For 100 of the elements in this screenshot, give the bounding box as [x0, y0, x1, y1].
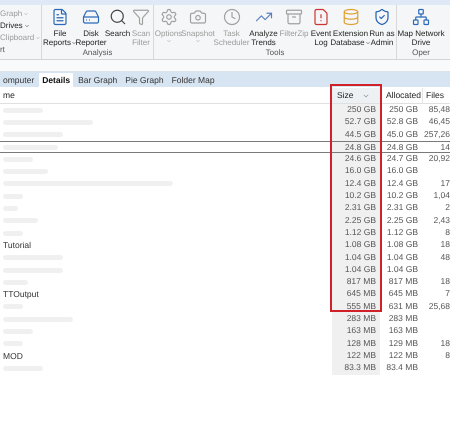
- group-label: Oper: [411, 48, 431, 59]
- table-cell: 83.3 MB: [344, 362, 376, 372]
- table-row[interactable]: 1.12 GB 1.12 GB 8: [0, 226, 450, 240]
- column-header[interactable]: Files: [422, 88, 450, 103]
- table-cell: 1.04 GB: [344, 264, 376, 274]
- view-tab[interactable]: Folder Map: [168, 73, 218, 87]
- table-row[interactable]: 24.6 GB 24.7 GB 20,92: [0, 153, 450, 166]
- table-cell: 1.12 GB: [386, 226, 418, 237]
- table-cell: 8: [445, 350, 450, 360]
- caret-icon: [166, 38, 172, 44]
- table-cell: 18: [440, 338, 450, 348]
- table-cell: 631 MB: [388, 300, 418, 311]
- table-row[interactable]: 2.25 GB 2.25 GB 2,43: [0, 214, 450, 227]
- ribbon-button[interactable]: Analyze Trends: [249, 5, 278, 48]
- table-cell: 129 MB: [388, 338, 418, 348]
- column-header[interactable]: me: [0, 88, 332, 103]
- table-row[interactable]: Tutorial 1.08 GB 1.08 GB 18: [0, 239, 450, 252]
- table-row[interactable]: MOD 122 MB 122 MB 8: [0, 350, 450, 362]
- table-row[interactable]: 283 MB 283 MB: [0, 313, 450, 326]
- table-row[interactable]: 12.4 GB 12.4 GB 17: [0, 178, 450, 190]
- table-cell: 25,68: [428, 300, 450, 311]
- table-cell: 817 MB: [388, 276, 418, 286]
- table-cell: Tutorial: [3, 240, 32, 251]
- table-cell: 555 MB: [346, 300, 376, 311]
- table-cell: 16.0 GB: [386, 165, 418, 176]
- filter-icon: [132, 8, 150, 26]
- shield-check-icon: [373, 8, 391, 26]
- group-label: Tools: [264, 48, 286, 59]
- ribbon-button[interactable]: Event Log: [310, 5, 332, 48]
- view-tab[interactable]: omputer: [0, 73, 38, 87]
- table-cell: 45.0 GB: [386, 128, 418, 139]
- table-cell: 2,43: [433, 214, 450, 225]
- table-row[interactable]: 1.04 GB 1.04 GB: [0, 264, 450, 276]
- table-cell: 122 MB: [388, 350, 418, 360]
- table-cell: 24.8 GB: [344, 142, 376, 152]
- table-cell: 20,92: [428, 153, 450, 164]
- camera-icon: [189, 8, 207, 26]
- table-cell: 2: [445, 202, 450, 212]
- table-cell: 18: [440, 239, 450, 250]
- table-row[interactable]: 83.3 MB 83.4 MB: [0, 362, 450, 375]
- table-cell: 12.4 GB: [386, 178, 418, 188]
- table-row[interactable]: 128 MB 129 MB 18: [0, 338, 450, 350]
- gear-icon: [160, 8, 178, 26]
- table-cell: 1,04: [433, 190, 450, 200]
- table-cell: 85,48: [428, 104, 450, 114]
- archive-icon: [285, 8, 303, 26]
- view-tab[interactable]: Details: [39, 73, 74, 87]
- database-icon: [342, 8, 360, 26]
- view-tab[interactable]: Bar Graph: [75, 73, 120, 87]
- ribbon-button[interactable]: Extension Database: [332, 5, 369, 48]
- table-cell: 10.2 GB: [386, 190, 418, 200]
- table-row[interactable]: 24.8 GB 24.8 GB 14: [0, 140, 450, 154]
- column-header[interactable]: Allocated: [380, 88, 422, 103]
- table-cell: 7: [445, 288, 450, 298]
- table-cell: 8: [445, 226, 450, 237]
- table-row[interactable]: 2.31 GB 2.31 GB 2: [0, 202, 450, 215]
- table-row[interactable]: 250 GB 250 GB 85,48: [0, 104, 450, 116]
- table-cell: 1.08 GB: [386, 239, 418, 250]
- table-cell: 128 MB: [346, 338, 376, 348]
- table-row[interactable]: 555 MB 631 MB 25,68: [0, 300, 450, 314]
- table-row[interactable]: 10.2 GB 10.2 GB 1,04: [0, 190, 450, 202]
- table-cell: 10.2 GB: [344, 190, 376, 200]
- table-row[interactable]: TTOutput 645 MB 645 MB 7: [0, 288, 450, 301]
- ribbon-menu-button[interactable]: Drives: [0, 20, 30, 32]
- table-row[interactable]: 52.7 GB 52.8 GB 46,45: [0, 116, 450, 129]
- table-cell: 44.5 GB: [344, 128, 376, 139]
- table-cell: 52.7 GB: [344, 116, 376, 126]
- ribbon-button[interactable]: Disk Reporter: [77, 5, 105, 48]
- table-cell: 163 MB: [346, 325, 376, 336]
- group-label: rt: [0, 44, 5, 56]
- table-cell: 250 GB: [389, 104, 418, 114]
- table-cell: 83.4 MB: [386, 362, 418, 372]
- table-cell: 16.0 GB: [344, 165, 376, 176]
- table-cell: 48: [440, 252, 450, 262]
- ribbon-button[interactable]: Search: [105, 5, 130, 48]
- caret-icon: [195, 38, 201, 44]
- table-cell: 2.31 GB: [344, 202, 376, 212]
- table-row[interactable]: 44.5 GB 45.0 GB 257,26: [0, 128, 450, 141]
- table-row[interactable]: 817 MB 817 MB 18: [0, 276, 450, 288]
- search-icon: [108, 8, 126, 26]
- ribbon-button[interactable]: Run as Admin: [369, 5, 395, 48]
- table-cell: 1.08 GB: [344, 239, 376, 250]
- view-tab[interactable]: Pie Graph: [122, 73, 167, 87]
- table-cell: 17: [440, 178, 450, 188]
- ribbon-button[interactable]: File Reports: [43, 5, 77, 48]
- table-cell: 24.7 GB: [386, 153, 418, 164]
- column-header[interactable]: Size: [332, 88, 380, 103]
- table-cell: MOD: [3, 350, 23, 362]
- table-cell: 24.6 GB: [344, 153, 376, 164]
- ribbon-button[interactable]: Map Network Drive: [398, 5, 444, 48]
- caret-icon: [71, 40, 78, 46]
- table-cell: 52.8 GB: [386, 116, 418, 126]
- table-row[interactable]: 163 MB 163 MB: [0, 325, 450, 338]
- table-cell: 2.31 GB: [386, 202, 418, 212]
- table-cell: 645 MB: [346, 288, 376, 298]
- table-row[interactable]: 16.0 GB 16.0 GB: [0, 165, 450, 178]
- network-drive-icon: [412, 8, 430, 26]
- table-cell: 283 MB: [346, 313, 376, 324]
- table-cell: 1.04 GB: [386, 264, 418, 274]
- table-row[interactable]: 1.04 GB 1.04 GB 48: [0, 252, 450, 264]
